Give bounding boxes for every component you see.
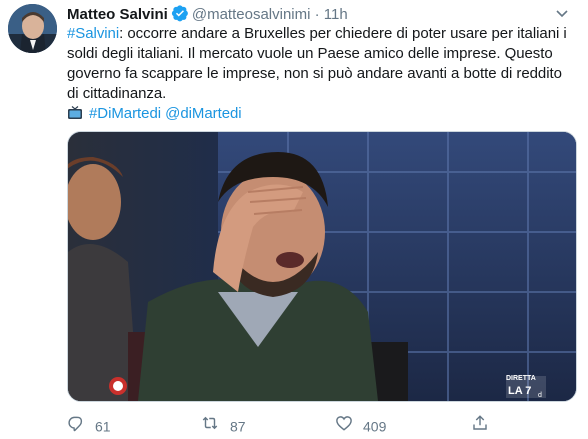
tweet-text-line: governo fa scappare le imprese, non si p…: [67, 65, 562, 82]
tweet-text-line: di cittadinanza.: [67, 85, 167, 102]
reply-button[interactable]: 61: [67, 414, 111, 436]
retweet-button[interactable]: 87: [200, 414, 246, 436]
avatar[interactable]: [8, 4, 57, 53]
avatar-image: [8, 4, 57, 53]
tweet-tags-line: #DiMartedi @diMartedi: [67, 104, 579, 127]
hashtag-link[interactable]: #Salvini: [67, 25, 119, 42]
like-button[interactable]: 409: [335, 414, 386, 436]
tweet-text-line: soldi degli italiani. Il mercato vuole u…: [67, 45, 553, 62]
author-handle[interactable]: @matteosalvinimi: [192, 6, 311, 23]
tweet-text-line: #Salvini: occorre andare a Bruxelles per…: [67, 24, 579, 44]
tweet-text-segment: : occorre andare a Bruxelles per chieder…: [119, 25, 567, 42]
tweet-timestamp[interactable]: 11h: [324, 6, 348, 23]
like-icon: [335, 414, 353, 438]
tweet-header: Matteo Salvini @matteosalvinimi · 11h: [67, 4, 348, 24]
tweet-text: #Salvini: occorre andare a Bruxelles per…: [67, 24, 579, 127]
author-name[interactable]: Matteo Salvini: [67, 6, 168, 23]
retweet-count: 87: [230, 418, 246, 435]
tv-icon: [67, 105, 83, 127]
separator-dot: ·: [314, 6, 320, 23]
like-count: 409: [363, 418, 387, 435]
tweet[interactable]: Matteo Salvini @matteosalvinimi · 11h #Sa…: [0, 0, 588, 439]
la7-watermark: DIRETTA LA 7 d: [506, 375, 546, 399]
tweet-actions: 61 87 409: [67, 414, 587, 436]
retweet-icon: [200, 414, 220, 438]
hashtag-mention-links[interactable]: #DiMartedi @diMartedi: [89, 105, 242, 122]
share-icon: [471, 414, 489, 438]
reply-icon: [67, 414, 85, 438]
tweet-media-image[interactable]: DIRETTA LA 7 d: [67, 131, 577, 402]
reply-count: 61: [95, 418, 111, 435]
media-photo: DIRETTA LA 7 d: [68, 132, 576, 401]
watermark-suffix: d: [538, 392, 542, 399]
share-button[interactable]: [471, 414, 499, 436]
watermark-brand: DIRETTA: [506, 375, 536, 382]
chevron-down-icon[interactable]: [551, 4, 573, 24]
watermark-channel: LA 7: [508, 385, 531, 397]
